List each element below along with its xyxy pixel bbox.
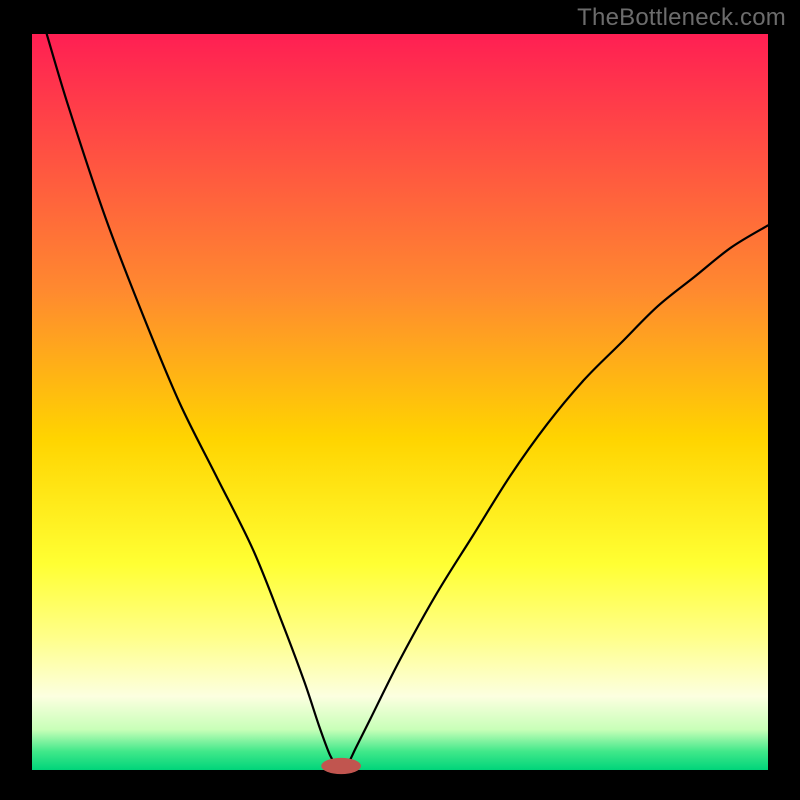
optimal-marker <box>321 758 361 774</box>
bottleneck-chart <box>0 0 800 800</box>
watermark-label: TheBottleneck.com <box>577 4 786 32</box>
chart-frame: TheBottleneck.com <box>0 0 800 800</box>
